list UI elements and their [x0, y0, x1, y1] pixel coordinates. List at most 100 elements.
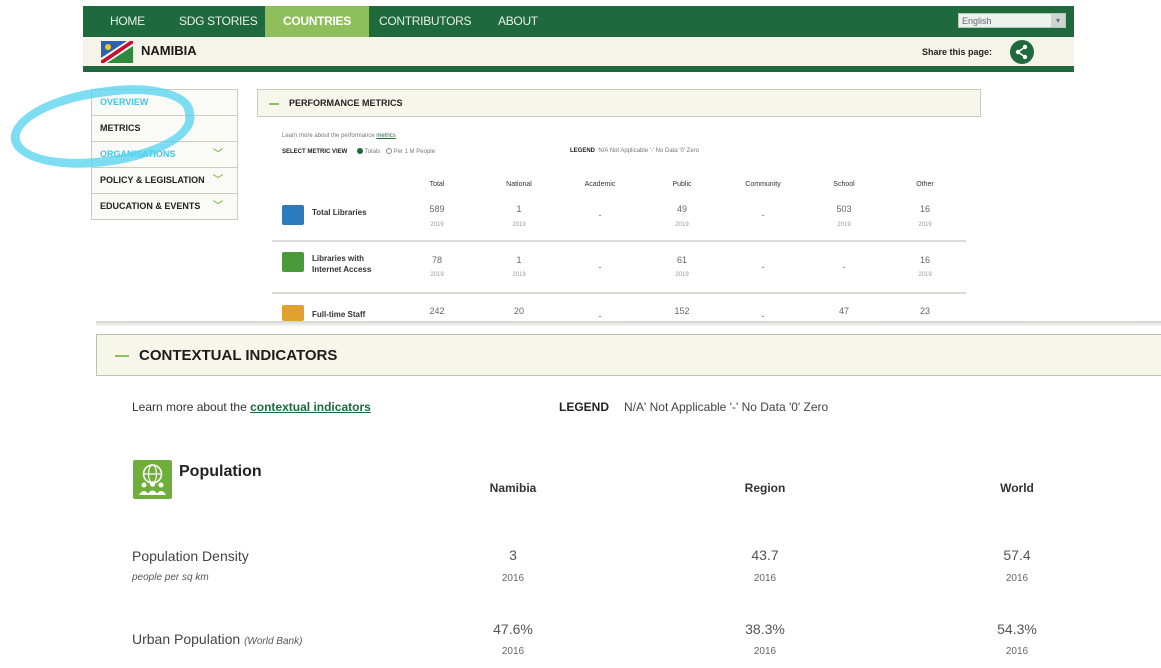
metric-value: -: [598, 262, 602, 272]
chevron-down-icon: ﹀: [213, 175, 223, 186]
urban-population-label: Urban Population (World Bank): [132, 631, 302, 647]
metric-value: 78: [431, 255, 442, 265]
radio-per-million-label: Per 1 M People: [393, 149, 435, 155]
metric-year: 2019: [430, 222, 444, 228]
performance-learn-text: Learn more about the performance: [282, 133, 375, 139]
metric-value: 152: [674, 306, 690, 316]
metric-value: 47: [838, 306, 849, 316]
chevron-down-icon: ▾: [1051, 14, 1065, 27]
indicator-value: 47.6%: [493, 621, 533, 637]
metric-value: 1: [516, 255, 522, 265]
metric-value: 1: [516, 204, 522, 214]
contextual-indicators-title: CONTEXTUAL INDICATORS: [139, 347, 338, 364]
col-region: Region: [744, 481, 786, 495]
metric-year: 2019: [675, 222, 689, 228]
country-header: NAMIBIA Share this page:: [83, 37, 1074, 72]
collapse-icon: [269, 103, 279, 105]
nav-contributors[interactable]: CONTRIBUTORS: [379, 6, 471, 37]
chevron-down-icon: ﹀: [213, 149, 223, 160]
metric-value: 242: [429, 306, 445, 316]
row-divider: [272, 292, 966, 294]
col-national: National: [506, 181, 532, 188]
menu-education-events[interactable]: EDUCATION & EVENTS ﹀: [91, 193, 238, 220]
metric-value: 503: [836, 204, 852, 214]
metric-value: -: [761, 210, 765, 220]
col-community: Community: [745, 181, 781, 188]
metric-year: 2019: [512, 222, 526, 228]
country-name: NAMIBIA: [141, 43, 197, 58]
contextual-learn-text: Learn more about the: [132, 400, 247, 414]
performance-metrics-header[interactable]: PERFORMANCE METRICS: [257, 89, 981, 117]
contextual-legend-label: LEGEND: [559, 400, 610, 414]
select-metric-view-label: SELECT METRIC VIEW: [282, 149, 348, 155]
language-select[interactable]: English ▾: [958, 13, 1066, 28]
indicator-value: 3: [509, 547, 517, 563]
metric-value: -: [761, 311, 765, 321]
performance-learn-more: Learn more about the performance metrics: [282, 133, 396, 139]
metric-value: 20: [513, 306, 524, 316]
metric-value: -: [598, 311, 602, 321]
indicator-year: 2016: [1005, 573, 1029, 584]
performance-legend-text: N/A Not Applicable '-' No Data '0' Zero: [598, 148, 699, 154]
menu-education-label: EDUCATION & EVENTS: [100, 201, 201, 211]
staff-icon: [282, 305, 304, 321]
metric-value: 589: [429, 204, 445, 214]
indicator-value: 38.3%: [745, 621, 785, 637]
language-value: English: [962, 16, 992, 26]
indicator-year: 2016: [753, 573, 777, 584]
performance-metrics-title: PERFORMANCE METRICS: [289, 98, 403, 108]
metric-value: -: [842, 262, 846, 272]
col-namibia: Namibia: [489, 481, 537, 495]
population-density-label: Population Density: [132, 548, 249, 564]
indicator-value: 54.3%: [997, 621, 1037, 637]
metric-value: 16: [919, 204, 930, 214]
share-icon[interactable]: [1010, 40, 1034, 64]
menu-policy-legislation[interactable]: POLICY & LEGISLATION ﹀: [91, 167, 238, 193]
collapse-icon: [115, 355, 129, 357]
menu-policy-label: POLICY & LEGISLATION: [100, 175, 205, 185]
indicator-year: 2016: [753, 646, 777, 657]
metric-year: 2019: [918, 272, 932, 278]
row-internet-access-label: Libraries with Internet Access: [312, 254, 372, 274]
urban-population-text: Urban Population: [132, 631, 241, 647]
col-total: Total: [429, 181, 445, 188]
namibia-flag-icon: [101, 41, 133, 63]
col-school: School: [833, 181, 855, 188]
population-density-unit: people per sq km: [132, 572, 209, 583]
contextual-indicators-link[interactable]: contextual indicators: [250, 400, 371, 414]
metric-year: 2019: [837, 222, 851, 228]
share-label: Share this page:: [921, 47, 992, 57]
col-other: Other: [916, 181, 934, 188]
metric-year: 2019: [430, 272, 444, 278]
contextual-indicators-header[interactable]: CONTEXTUAL INDICATORS: [96, 334, 1161, 376]
population-icon: [133, 460, 172, 499]
metric-value: 61: [676, 255, 687, 265]
col-public: Public: [672, 181, 692, 188]
contextual-legend-text: N/A' Not Applicable '-' No Data '0' Zero: [624, 400, 829, 414]
radio-per-million[interactable]: [385, 148, 392, 154]
radio-totals[interactable]: [357, 148, 364, 154]
indicator-year: 2016: [501, 573, 525, 584]
performance-legend-label: LEGEND: [570, 148, 596, 154]
chevron-down-icon: ﹀: [213, 201, 223, 212]
indicator-year: 2016: [501, 646, 525, 657]
row-total-libraries-label: Total Libraries: [312, 208, 367, 217]
contextual-section-bg: [0, 326, 1161, 668]
indicator-year: 2016: [1005, 646, 1029, 657]
indicator-value: 43.7: [751, 547, 779, 563]
col-world: World: [1000, 481, 1034, 495]
libraries-icon: [282, 205, 304, 225]
metric-value: 49: [676, 204, 687, 214]
nav-about[interactable]: ABOUT: [498, 6, 538, 37]
urban-population-source: (World Bank): [244, 636, 303, 647]
row-full-time-staff-label: Full-time Staff: [312, 310, 366, 319]
nav-home[interactable]: HOME: [110, 6, 145, 37]
top-navigation: HOME SDG STORIES COUNTRIES CONTRIBUTORS …: [83, 6, 1074, 37]
nav-countries[interactable]: COUNTRIES: [265, 6, 369, 37]
internet-access-icon: [282, 252, 304, 272]
radio-totals-label: Totals: [364, 149, 381, 155]
indicator-value: 57.4: [1003, 547, 1031, 563]
nav-sdg-stories[interactable]: SDG STORIES: [179, 6, 258, 37]
performance-legend: LEGEND N/A Not Applicable '-' No Data '0…: [570, 148, 699, 154]
metrics-link[interactable]: metrics: [376, 133, 395, 139]
